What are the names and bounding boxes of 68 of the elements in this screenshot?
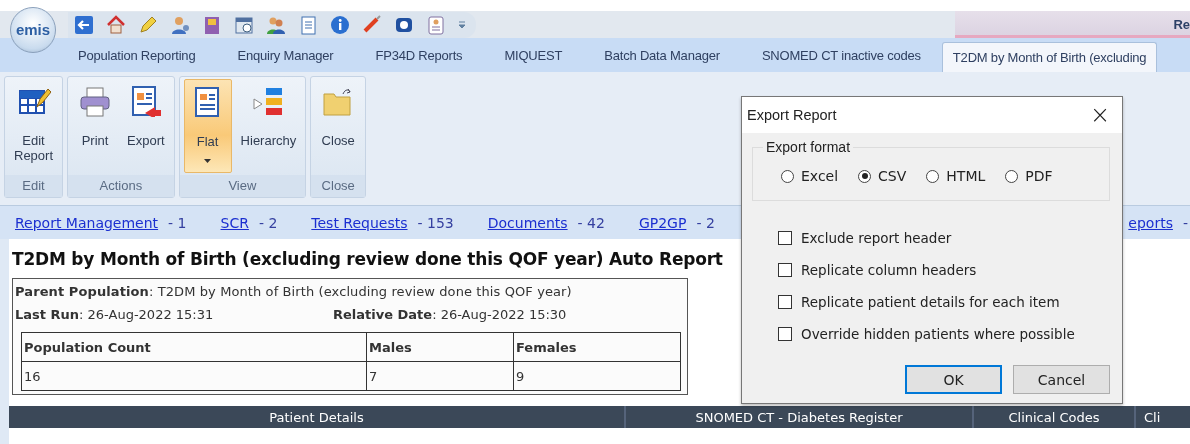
column-header: Females	[513, 332, 681, 362]
ribbon-button[interactable]: Print	[72, 79, 119, 173]
group-label: Export format	[763, 139, 854, 155]
module-tab[interactable]: FP34D Reports	[354, 38, 484, 72]
pencil-icon[interactable]	[138, 14, 158, 35]
table-cell: 7	[366, 361, 514, 391]
ribbon-button[interactable]: Close	[315, 79, 362, 173]
title-strip: Re	[955, 11, 1190, 38]
report-link[interactable]: GP2GP	[638, 214, 687, 231]
ribbon-button[interactable]: Flat	[183, 79, 232, 173]
report-link[interactable]: Report Management	[15, 214, 159, 231]
ribbon-button[interactable]: Edit Report	[9, 79, 59, 173]
checkbox-option[interactable]: Replicate patient details for each item	[778, 293, 1060, 311]
relative-date-text: Relative Date: 26-Aug-2022 15:30	[333, 307, 567, 322]
close-button[interactable]: ×	[1083, 103, 1116, 127]
printer-icon	[78, 85, 113, 117]
ribbon-group-label: Edit	[5, 175, 63, 197]
report-link[interactable]: Documents	[487, 214, 568, 231]
home-icon[interactable]	[106, 14, 126, 35]
ribbon-group-label: Actions	[68, 175, 174, 197]
module-tab[interactable]: MIQUEST	[483, 38, 584, 72]
column-header: Cli	[1143, 408, 1162, 427]
info-icon[interactable]	[330, 14, 350, 35]
ribbon-button[interactable]: Hierarchy	[235, 79, 302, 173]
report-title: T2DM by Month of Birth (excluding review done this QOF year) Auto Report	[12, 249, 723, 269]
ok-button[interactable]: OK	[905, 365, 1002, 394]
link-count: - 42	[577, 214, 605, 231]
link-count: - 1	[168, 214, 187, 231]
checkbox-option[interactable]: Override hidden patients where possible	[778, 325, 1075, 343]
column-header: SNOMED CT - Diabetes Register	[626, 406, 974, 428]
clipboard-icon[interactable]	[426, 14, 446, 35]
document-icon[interactable]	[202, 14, 222, 35]
column-header: Clinical Codes	[974, 406, 1136, 428]
link-count: - 153	[417, 214, 454, 231]
table-cell: 16	[21, 361, 367, 391]
last-run-text: Last Run: 26-Aug-2022 15:31	[15, 307, 215, 322]
radio-option[interactable]: CSV	[858, 168, 907, 184]
module-tab[interactable]: T2DM by Month of Birth (excluding	[941, 42, 1158, 72]
radio-option[interactable]: PDF	[1005, 168, 1053, 184]
report-link[interactable]: Test Requests	[311, 214, 408, 231]
person-icon[interactable]	[170, 14, 190, 35]
column-header: Population Count	[21, 332, 367, 362]
column-header: Males	[366, 332, 514, 362]
radio-option[interactable]: HTML	[926, 168, 986, 184]
table-cell: 9	[513, 361, 681, 391]
ribbon-group-label: Close	[311, 175, 366, 197]
dialog-title: Export Report	[747, 107, 837, 123]
report-link[interactable]: eports	[1128, 214, 1173, 231]
calendar-icon[interactable]	[234, 14, 254, 35]
parent-population-text: Parent Population: T2DM by Month of Birth (excluding review done this QOF year)	[15, 284, 573, 299]
module-tab[interactable]: Population Reporting	[57, 38, 217, 72]
customize-caret-icon[interactable]	[458, 19, 466, 30]
link-count: - 2	[696, 214, 715, 231]
module-tab[interactable]: Enquiry Manager	[216, 38, 355, 72]
link-count: -	[1182, 214, 1188, 231]
ribbon-group-label: View	[179, 175, 306, 197]
cancel-button[interactable]: Cancel	[1013, 365, 1110, 394]
radio-option[interactable]: Excel	[781, 168, 839, 184]
logo[interactable]: emis	[10, 6, 56, 53]
link-count: - 2	[258, 214, 278, 231]
module-tab[interactable]: SNOMED CT inactive codes	[740, 38, 942, 72]
report-link[interactable]: SCR	[220, 214, 249, 231]
column-header: Patient Details	[9, 406, 626, 428]
module-tab[interactable]: Batch Data Manager	[583, 38, 741, 72]
checkbox-option[interactable]: Replicate column headers	[778, 261, 977, 279]
ribbon-button[interactable]: Export	[122, 79, 170, 173]
checkbox-option[interactable]: Exclude report header	[778, 229, 952, 247]
document-icon[interactable]	[298, 14, 318, 35]
